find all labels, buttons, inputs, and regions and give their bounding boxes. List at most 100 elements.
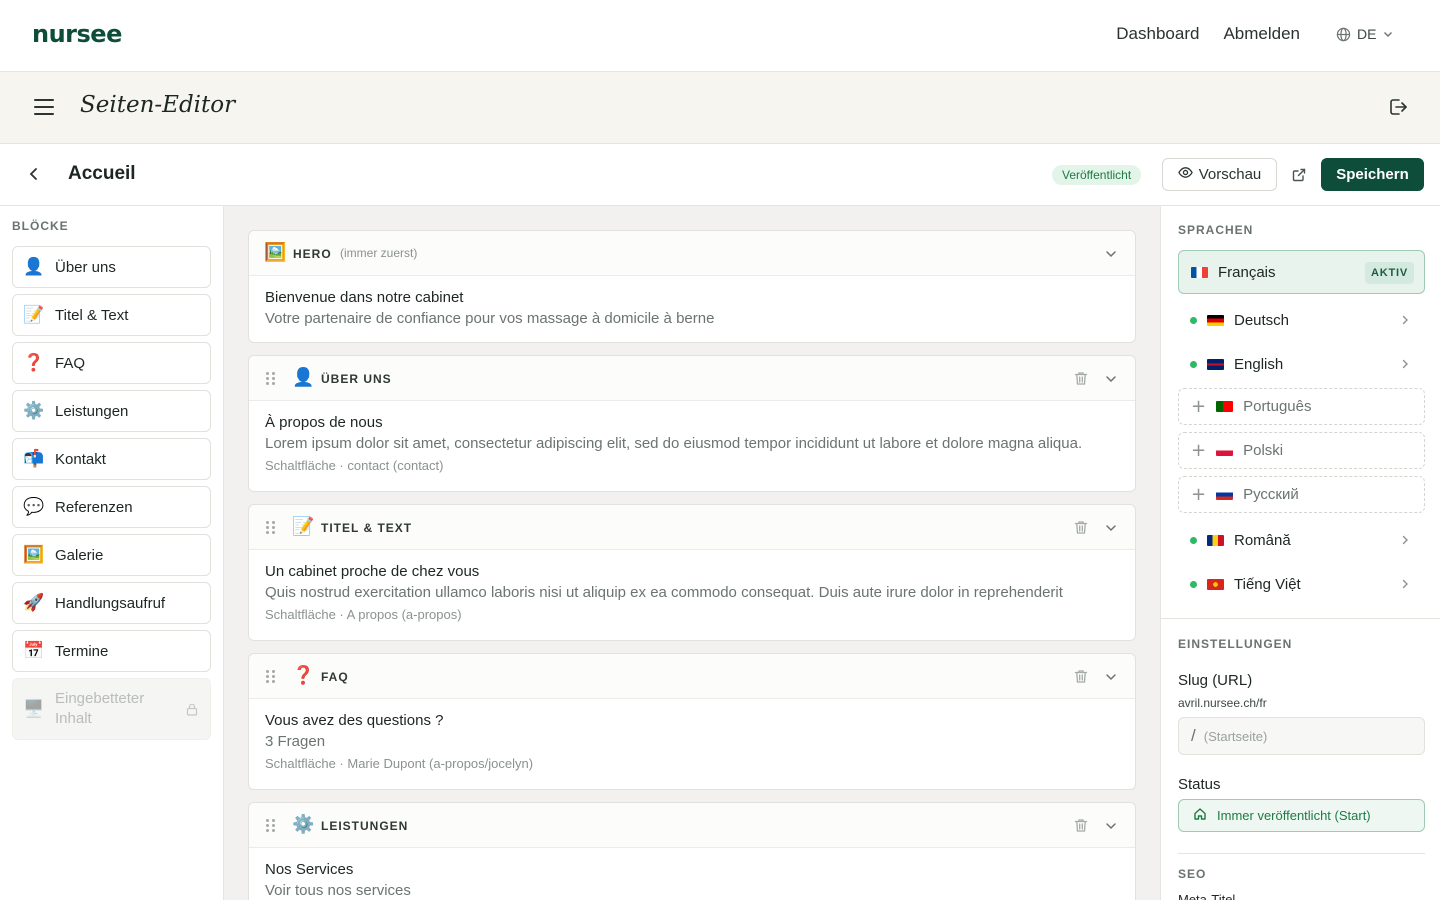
drag-handle-icon[interactable] [266, 819, 276, 833]
chevron-down-icon [1382, 28, 1394, 40]
chevron-right-icon [1399, 313, 1411, 330]
flag-icon [1207, 578, 1224, 590]
chevron-right-icon [1399, 577, 1411, 594]
add-language-item[interactable]: + Русский [1178, 476, 1425, 513]
language-item[interactable]: Deutsch [1178, 298, 1425, 342]
trash-icon[interactable] [1074, 669, 1088, 689]
language-name: Português [1243, 398, 1312, 415]
block-hint: (immer zuerst) [340, 246, 418, 260]
content-block-card[interactable]: ❓ FAQ Vous avez des questions ? 3 Fragen… [248, 653, 1136, 790]
language-item[interactable]: English [1178, 342, 1425, 386]
block-item[interactable]: 💬 Referenzen [12, 486, 211, 528]
block-label: Eingebetteter Inhalt [55, 690, 145, 727]
block-item[interactable]: 📬 Kontakt [12, 438, 211, 480]
nav-dashboard-link[interactable]: Dashboard [1116, 24, 1199, 44]
chevron-down-icon[interactable] [1104, 521, 1118, 540]
menu-icon[interactable] [34, 99, 54, 117]
block-item[interactable]: ❓ FAQ [12, 342, 211, 384]
chevron-down-icon[interactable] [1104, 819, 1118, 838]
exit-editor-icon[interactable] [1387, 96, 1409, 123]
meta-title-label: Meta-Titel [1178, 892, 1236, 900]
card-body: À propos de nous Lorem ipsum dolor sit a… [249, 401, 1135, 477]
language-item[interactable]: Română [1178, 518, 1425, 562]
status-dot [1190, 360, 1197, 368]
slug-input[interactable]: / (Startseite) [1178, 717, 1425, 755]
globe-icon [1336, 27, 1351, 42]
block-item[interactable]: ⚙️ Leistungen [12, 390, 211, 432]
seo-heading: SEO [1178, 867, 1207, 881]
card-body: Nos Services Voir tous nos services [249, 848, 1135, 900]
drag-handle-icon[interactable] [266, 372, 276, 386]
content-block-card[interactable]: 🖼️ HERO (immer zuerst) Bienvenue dans not… [248, 230, 1136, 343]
block-title: À propos de nous [265, 414, 383, 431]
block-label: Referenzen [55, 498, 133, 516]
block-item[interactable]: 🖼️ Galerie [12, 534, 211, 576]
languages-heading: SPRACHEN [1178, 223, 1254, 237]
card-header[interactable]: ❓ FAQ [249, 654, 1135, 699]
language-item-active[interactable]: Français AKTIV [1178, 250, 1425, 294]
status-label: Status [1178, 776, 1221, 793]
block-type-label: TITEL & TEXT [321, 521, 413, 535]
drag-handle-icon[interactable] [266, 670, 276, 684]
content-block-card[interactable]: ⚙️ LEISTUNGEN Nos Services Voir tous nos… [248, 802, 1136, 900]
block-icon: 🖼️ [23, 545, 45, 565]
page-header: Accueil Veröffentlicht Vorschau Speicher… [0, 144, 1440, 206]
language-name: Tiếng Việt [1234, 575, 1301, 593]
top-bar: nursee Dashboard Abmelden DE [0, 0, 1440, 72]
chevron-down-icon[interactable] [1104, 247, 1118, 266]
block-type-label: FAQ [321, 670, 349, 684]
block-title: Un cabinet proche de chez vous [265, 563, 480, 580]
plus-icon: + [1191, 483, 1207, 505]
block-subtitle: 3 Fragen [265, 733, 326, 750]
language-item[interactable]: Tiếng Việt [1178, 562, 1425, 606]
block-item[interactable]: 📅 Termine [12, 630, 211, 672]
chevron-down-icon[interactable] [1104, 670, 1118, 689]
block-button-info: Schaltfläche · A propos (a-propos) [265, 607, 462, 622]
flag-icon [1216, 401, 1234, 412]
block-label: Über uns [55, 258, 116, 276]
card-header[interactable]: 🖼️ HERO (immer zuerst) [249, 231, 1135, 276]
editor-title: Seiten-Editor [80, 92, 236, 118]
card-header[interactable]: ⚙️ LEISTUNGEN [249, 803, 1135, 848]
content-block-card[interactable]: 📝 TITEL & TEXT Un cabinet proche de chez… [248, 504, 1136, 641]
block-item[interactable]: 📝 Titel & Text [12, 294, 211, 336]
drag-handle-icon[interactable] [266, 521, 276, 535]
plus-icon: + [1191, 439, 1207, 461]
block-type-label: LEISTUNGEN [321, 819, 409, 833]
trash-icon[interactable] [1074, 818, 1088, 838]
back-arrow-icon[interactable] [26, 166, 42, 187]
content-block-card[interactable]: 👤 ÜBER UNS À propos de nous Lorem ipsum … [248, 355, 1136, 492]
home-icon [1193, 807, 1207, 824]
flag-icon [1216, 445, 1234, 456]
nav-logout-link[interactable]: Abmelden [1223, 24, 1300, 44]
card-header[interactable]: 👤 ÜBER UNS [249, 356, 1135, 401]
block-title: Bienvenue dans notre cabinet [265, 289, 464, 306]
block-label: Galerie [55, 546, 104, 564]
status-dot [1190, 536, 1197, 544]
brand-logo[interactable]: nursee [32, 20, 122, 48]
card-body: Vous avez des questions ? 3 Fragen Schalt… [249, 699, 1135, 775]
trash-icon[interactable] [1074, 520, 1088, 540]
trash-icon[interactable] [1074, 371, 1088, 391]
block-icon: 🚀 [23, 593, 45, 613]
chevron-down-icon[interactable] [1104, 372, 1118, 391]
save-button[interactable]: Speichern [1321, 158, 1424, 191]
add-language-item[interactable]: + Polski [1178, 432, 1425, 469]
add-language-item[interactable]: + Português [1178, 388, 1425, 425]
flag-icon [1207, 314, 1224, 326]
block-title: Vous avez des questions ? [265, 712, 444, 729]
preview-button[interactable]: Vorschau [1162, 158, 1277, 191]
block-type-label: ÜBER UNS [321, 372, 392, 386]
content-canvas: 🖼️ HERO (immer zuerst) Bienvenue dans not… [224, 206, 1160, 900]
external-link-icon[interactable] [1292, 168, 1306, 187]
block-icon: ❓ [23, 353, 45, 373]
block-item[interactable]: 🚀 Handlungsaufruf [12, 582, 211, 624]
language-switcher[interactable]: DE [1336, 26, 1394, 42]
card-body: Bienvenue dans notre cabinet Votre parte… [249, 276, 1135, 330]
card-body: Un cabinet proche de chez vous Quis nost… [249, 550, 1135, 626]
slug-label: Slug (URL) [1178, 672, 1253, 689]
divider [1178, 853, 1425, 854]
status-dot [1190, 316, 1197, 324]
card-header[interactable]: 📝 TITEL & TEXT [249, 505, 1135, 550]
block-item[interactable]: 👤 Über uns [12, 246, 211, 288]
